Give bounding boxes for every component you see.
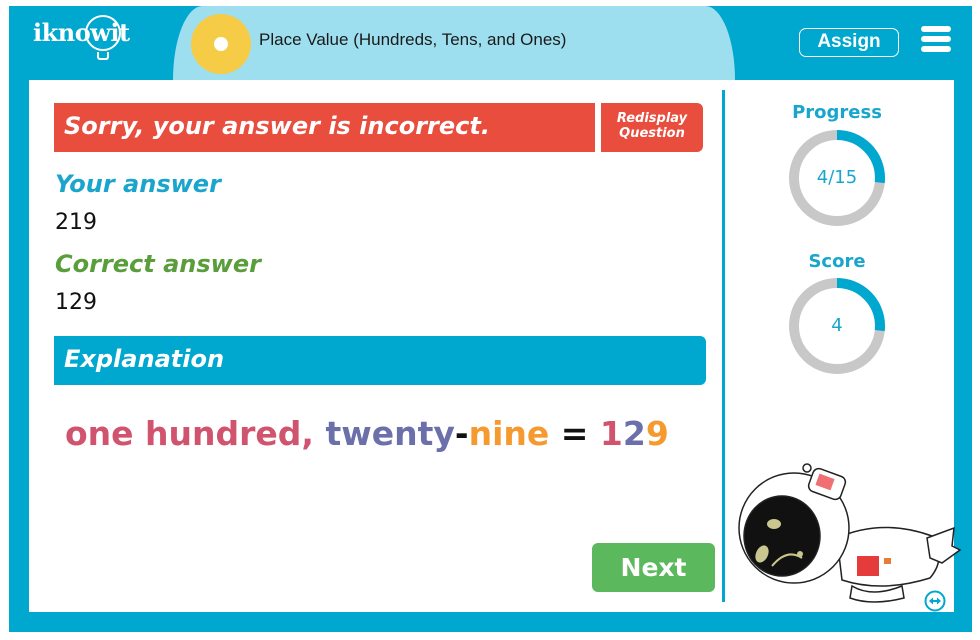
explanation-part: -: [454, 414, 469, 453]
sad-astronaut-mascot: [738, 463, 962, 603]
correct-answer-label: Correct answer: [55, 250, 261, 278]
lightbulb-icon: wit: [85, 15, 130, 60]
main-panel: Sorry, your answer is incorrect. Redispl…: [29, 80, 962, 612]
next-button[interactable]: Next: [592, 543, 715, 592]
explanation-part: 2: [622, 414, 646, 453]
your-answer-value: 219: [55, 210, 97, 235]
redisplay-label-line1: Redisplay: [616, 111, 688, 126]
redisplay-question-button[interactable]: Redisplay Question: [601, 103, 703, 152]
explanation-part: one hundred,: [65, 414, 326, 453]
explanation-part: twenty: [325, 414, 455, 453]
redisplay-label-line2: Question: [619, 126, 685, 141]
score-label: Score: [808, 251, 866, 272]
explanation-part: 1: [599, 414, 623, 453]
result-message: Sorry, your answer is incorrect.: [54, 103, 595, 152]
progress-label: Progress: [792, 102, 882, 123]
logo-text: ikno: [33, 18, 91, 47]
assign-button[interactable]: Assign: [799, 28, 899, 57]
score-value: 4: [831, 315, 843, 336]
app-frame: ikno wit Place Value (Hundreds, Tens, and…: [9, 6, 972, 632]
explanation-text: one hundred, twenty-nine = 129: [65, 414, 669, 453]
explanation-part: nine: [468, 414, 550, 453]
topic-title: Place Value (Hundreds, Tens, and Ones): [259, 30, 567, 49]
iknowit-logo[interactable]: ikno wit: [33, 15, 130, 60]
progress-value: 4/15: [816, 167, 858, 188]
correct-answer-value: 129: [55, 290, 97, 315]
topic-dot-icon: [191, 14, 251, 74]
explanation-header: Explanation: [54, 336, 706, 385]
your-answer-label: Your answer: [55, 170, 221, 198]
expand-horizontal-icon[interactable]: [924, 590, 946, 612]
explanation-part: 9: [645, 414, 669, 453]
sidebar-divider: [722, 90, 725, 602]
explanation-part: =: [549, 414, 600, 453]
hamburger-menu-icon[interactable]: [921, 26, 951, 56]
